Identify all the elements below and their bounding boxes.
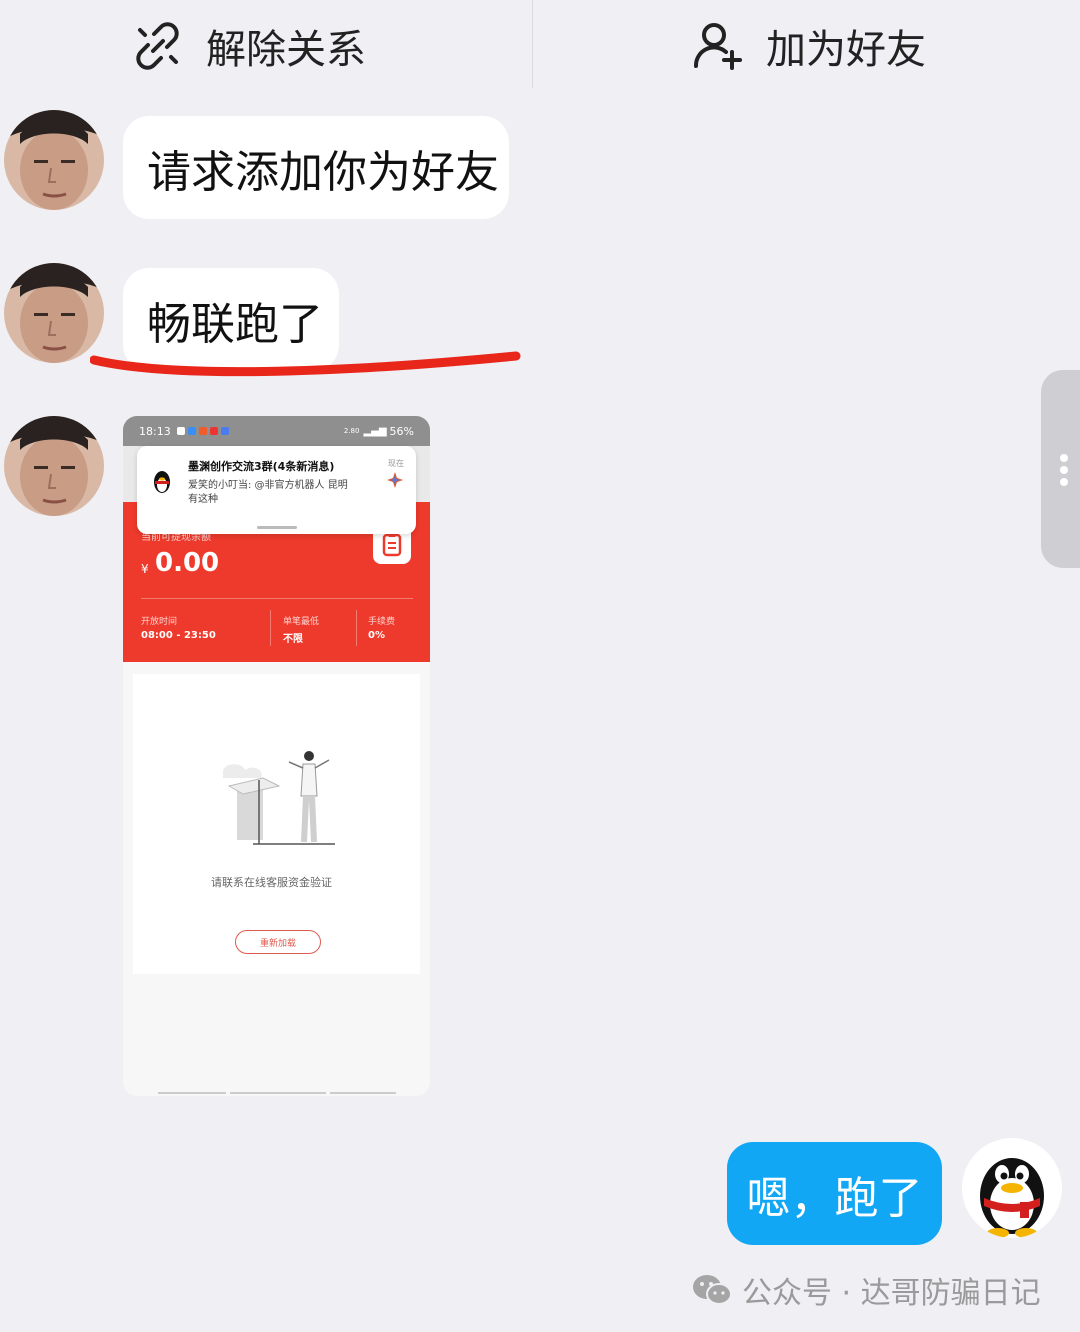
- phone-status-bar: 18:13 2.80 ▂▄▆ 56%: [123, 416, 430, 446]
- signal-icon: ▂▄▆: [363, 425, 387, 437]
- qq-penguin-icon: [154, 471, 170, 493]
- more-dots-icon: [1060, 454, 1068, 462]
- fee-value: 0%: [368, 630, 385, 641]
- open-time-value: 08:00 - 23:50: [141, 630, 216, 641]
- min-amount-value: 不限: [283, 634, 303, 645]
- qq-penguin-icon: [980, 1158, 1044, 1238]
- empty-state-card: 请联系在线客服资金验证 重新加载: [133, 674, 420, 974]
- face-photo-icon: [4, 416, 104, 516]
- open-time-label: 开放时间: [141, 617, 178, 627]
- notification-line-1: 爱笑的小叮当: @非官方机器人 昆明: [188, 480, 348, 491]
- empty-state-text: 请联系在线客服资金验证: [211, 876, 332, 889]
- panel-divider: [270, 610, 271, 646]
- empty-state-illustration-icon: [223, 751, 335, 845]
- battery-level: 56%: [389, 424, 414, 438]
- notification-time: 现在: [388, 459, 404, 468]
- add-friend-button[interactable]: 加为好友: [692, 0, 926, 92]
- scroll-indicator: [230, 1092, 326, 1094]
- side-drawer-handle[interactable]: [1041, 370, 1080, 568]
- contact-avatar[interactable]: [4, 263, 104, 363]
- notification-popup[interactable]: 墨渊创作交流3群(4条新消息) 现在 爱笑的小叮当: @非官方机器人 昆明 有这…: [137, 446, 416, 534]
- more-dots-icon: [1060, 478, 1068, 486]
- unlink-icon: [132, 20, 184, 72]
- chat-top-bar: 解除关系 加为好友: [0, 0, 1080, 92]
- my-message-text: 嗯，跑了: [746, 1172, 923, 1224]
- my-avatar[interactable]: [962, 1138, 1062, 1238]
- image-message-screenshot[interactable]: 18:13 2.80 ▂▄▆ 56% 当前可提现余额 ¥ 0.00 开放时间 0…: [123, 416, 430, 1096]
- top-bar-divider: [532, 0, 533, 88]
- remove-relation-label: 解除关系: [206, 27, 366, 73]
- fee-label: 手续费: [368, 617, 396, 627]
- panel-divider: [356, 610, 357, 646]
- face-photo-icon: [4, 263, 104, 363]
- min-amount-label: 单笔最低: [283, 617, 320, 627]
- add-user-icon: [692, 20, 744, 72]
- notification-line-2: 有这种: [188, 494, 218, 505]
- scroll-indicator: [330, 1092, 396, 1094]
- wechat-icon: [693, 1275, 732, 1305]
- watermark-text: 公众号 · 达哥防骗日记: [742, 1276, 1041, 1311]
- contact-avatar[interactable]: [4, 416, 104, 516]
- status-app-icons: [176, 427, 229, 435]
- sparkle-icon: [387, 472, 403, 488]
- red-underline-annotation: [90, 351, 521, 377]
- message-text: 畅联跑了: [147, 298, 323, 350]
- network-speed: 2.80: [343, 427, 360, 435]
- reload-button[interactable]: 重新加载: [235, 930, 321, 954]
- status-time: 18:13: [139, 424, 171, 438]
- my-message-bubble[interactable]: 嗯，跑了: [727, 1142, 942, 1245]
- currency-symbol: ¥: [141, 562, 149, 576]
- notification-title: 墨渊创作交流3群(4条新消息): [188, 460, 335, 473]
- remove-relation-button[interactable]: 解除关系: [132, 0, 366, 92]
- panel-divider: [141, 598, 413, 599]
- add-friend-label: 加为好友: [766, 27, 926, 73]
- scroll-indicator: [158, 1092, 226, 1094]
- notification-handle: [257, 526, 297, 529]
- face-photo-icon: [4, 110, 104, 210]
- message-bubble[interactable]: 请求添加你为好友: [123, 116, 509, 219]
- message-text: 请求添加你为好友: [147, 146, 499, 198]
- contact-avatar[interactable]: [4, 110, 104, 210]
- reload-button-label: 重新加载: [259, 938, 296, 949]
- balance-amount: 0.00: [155, 548, 220, 578]
- watermark: 公众号 · 达哥防骗日记: [692, 1266, 1041, 1314]
- more-dots-icon: [1060, 466, 1068, 474]
